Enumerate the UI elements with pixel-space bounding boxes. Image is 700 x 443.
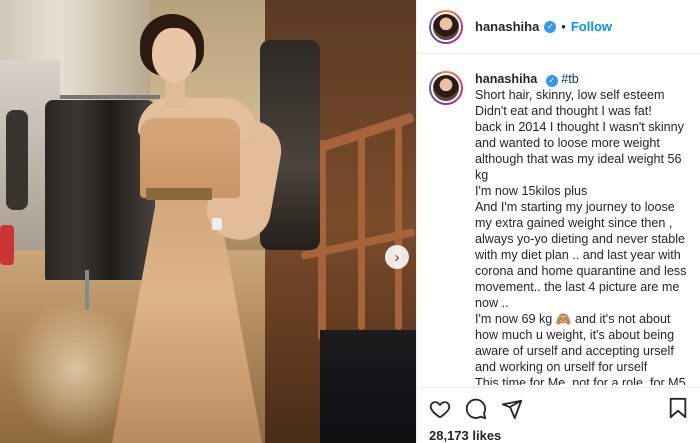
verified-badge-icon: ✓ — [545, 75, 558, 87]
caption-line: Short hair, skinny, low self esteem — [475, 88, 665, 102]
photo-fire-extinguisher — [0, 225, 14, 265]
photo-dark-garment — [320, 330, 416, 443]
caption-avatar[interactable] — [429, 71, 463, 105]
caption-line: how much u weight, it's about being — [475, 328, 675, 342]
avatar-image — [431, 73, 461, 103]
photo-woman-neck — [165, 78, 185, 108]
caption-line: movement.. the last 4 picture are me — [475, 280, 680, 294]
post-photo[interactable]: › — [0, 0, 416, 443]
save-button[interactable] — [668, 397, 688, 419]
header-username[interactable]: hanashiha — [475, 19, 539, 34]
caption-body: hanashiha ✓ #tb Short hair, skinny, low … — [475, 71, 687, 385]
caption-line: although that was my ideal weight 56 — [475, 152, 682, 166]
post-actions: 28,173 likes — [417, 387, 700, 443]
post-caption: hanashiha ✓ #tb Short hair, skinny, low … — [417, 55, 700, 385]
post-header: hanashiha ✓ • Follow — [417, 0, 700, 54]
share-icon — [501, 399, 523, 420]
caption-line: aware of urself and accepting urself — [475, 344, 674, 358]
photo-stair-post — [395, 120, 402, 330]
caption-line: Didn't eat and thought I was fat! — [475, 104, 652, 118]
caption-line: kg — [475, 168, 489, 182]
caption-line: and wanted to loose more weight — [475, 136, 660, 150]
photo-background-person — [6, 110, 28, 210]
comment-icon — [465, 398, 487, 420]
caption-line: This time for Me, not for a role, for M5 — [475, 376, 686, 385]
bookmark-icon — [669, 397, 687, 419]
photo-woman-watch — [212, 218, 222, 230]
follow-button[interactable]: Follow — [571, 19, 612, 34]
post-side-panel: hanashiha ✓ • Follow hanashiha ✓ #tb Sho… — [416, 0, 700, 443]
caption-header-line: hanashiha ✓ #tb — [475, 71, 680, 87]
caption-line: I'm now 69 kg 🙈 and it's not about — [475, 312, 671, 326]
avatar[interactable] — [429, 9, 463, 44]
photo-clothes-rack-pole — [60, 95, 160, 99]
photo-clothes-rack-leg — [85, 270, 89, 310]
photo-woman-belt — [146, 188, 212, 200]
caption-line: and working on urself for urself — [475, 360, 648, 374]
caption-line: back in 2014 I thought I wasn't skinny — [475, 120, 684, 134]
caption-line: And I'm starting my journey to loose — [475, 200, 675, 214]
caption-line: I'm now 15kilos plus — [475, 184, 588, 198]
comment-button[interactable] — [465, 398, 487, 420]
caption-line: my extra gained weight since then , — [475, 216, 673, 230]
avatar-image — [431, 11, 461, 42]
likes-count[interactable]: 28,173 likes — [429, 428, 688, 443]
heart-icon — [429, 401, 451, 419]
photo-stair-post — [358, 130, 365, 330]
caption-line: always yo-yo dieting and never stable — [475, 232, 686, 246]
like-button[interactable] — [429, 398, 451, 420]
caption-line: corona and home quarantine and less — [475, 264, 687, 278]
verified-badge-icon: ✓ — [544, 20, 557, 33]
caption-line: now .. — [475, 296, 509, 310]
photo-woman-bodice — [140, 118, 240, 198]
caption-hashtag[interactable]: #tb — [561, 72, 579, 86]
caption-line: with my diet plan .. and last year with — [475, 248, 681, 262]
header-separator: • — [561, 19, 566, 34]
chevron-right-icon: › — [394, 248, 400, 266]
next-photo-button[interactable]: › — [385, 245, 409, 269]
share-button[interactable] — [501, 398, 523, 420]
caption-username[interactable]: hanashiha — [475, 72, 537, 86]
action-icons-row — [429, 396, 688, 422]
photo-woman-face — [152, 28, 196, 82]
